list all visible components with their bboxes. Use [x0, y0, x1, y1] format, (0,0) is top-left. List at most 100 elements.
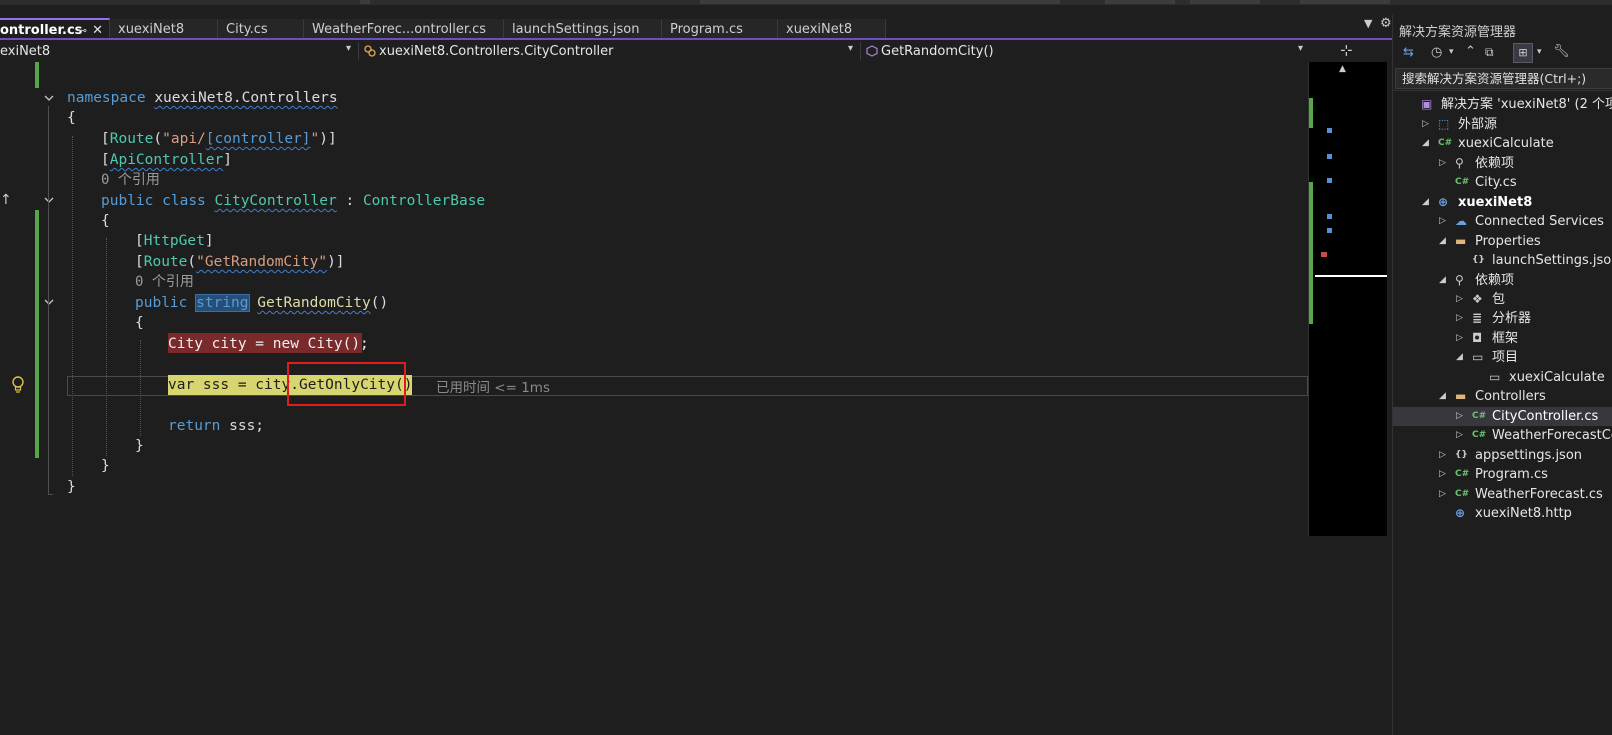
parens: () — [370, 295, 389, 311]
chevron-down-icon[interactable]: ▾ — [1449, 47, 1454, 57]
expand-arrow-icon[interactable]: ▷ — [1439, 446, 1446, 465]
external-icon: ⬚ — [1438, 117, 1450, 131]
minimap-breakpoint-mark — [1321, 252, 1327, 257]
sync-icon[interactable]: ⊞ — [1513, 43, 1533, 63]
collapse-arrow-icon[interactable]: ◢ — [1439, 387, 1446, 406]
tree-item[interactable]: ◢ ⚲ 依赖项 — [1393, 271, 1612, 290]
tree-item[interactable]: ▷ C# WeatherForecast.cs — [1393, 485, 1612, 504]
tree-item-label: appsettings.json — [1475, 448, 1583, 463]
minimap-mark — [1327, 178, 1332, 183]
class-icon — [364, 45, 376, 57]
chevron-down-icon[interactable]: ▾ — [848, 43, 853, 54]
search-input[interactable]: 搜索解决方案资源管理器(Ctrl+;) — [1395, 68, 1612, 89]
tree-item[interactable]: ▷ ≣ 分析器 — [1393, 309, 1612, 328]
fold-region-end — [48, 494, 53, 495]
attribute-name: HttpGet — [143, 233, 205, 249]
project-ref-icon: ▭ — [1489, 370, 1501, 384]
chevron-down-icon[interactable]: ▾ — [346, 43, 351, 54]
tree-item[interactable]: ▷ ❖ 包 — [1393, 290, 1612, 309]
annotation-box — [287, 362, 406, 406]
expand-arrow-icon[interactable]: ▷ — [1456, 329, 1463, 348]
minimap[interactable]: ▲ — [1308, 62, 1387, 536]
lightbulb-icon[interactable] — [10, 375, 26, 395]
switch-views-icon[interactable]: ⇆ — [1403, 45, 1414, 60]
collapse-arrow-icon[interactable]: ◢ — [1456, 348, 1463, 367]
tree-item-label: WeatherForecastController.cs — [1492, 428, 1612, 443]
attribute-name: ApiController — [109, 152, 224, 168]
tree-item[interactable]: ◢ ▭ 项目 — [1393, 348, 1612, 367]
collapse-arrow-icon[interactable]: ◢ — [1422, 134, 1429, 153]
code-editor[interactable]: ↑ namespace xuexiNet8.Controllers { [Rou… — [0, 62, 1308, 735]
chevron-down-icon[interactable]: ▾ — [1537, 47, 1542, 57]
class-dropdown[interactable]: xuexiNet8.Controllers.CityController — [364, 43, 844, 60]
tree-item[interactable]: C# City.cs — [1393, 173, 1612, 192]
expand-arrow-icon[interactable]: ▷ — [1456, 290, 1463, 309]
tree-item[interactable]: ▷ ⬚ 外部源 — [1393, 115, 1612, 134]
member-dropdown-label: GetRandomCity() — [881, 44, 994, 59]
tab-overflow-icon[interactable]: ▼ — [1364, 17, 1372, 30]
code-line-brace: } — [67, 479, 76, 495]
collapse-all-icon[interactable]: ⌃ — [1465, 44, 1476, 59]
tree-item[interactable]: ▷ C# WeatherForecastController.cs — [1393, 426, 1612, 445]
wrench-icon[interactable]: 🔧︎ — [1553, 44, 1570, 59]
tree-item-label: launchSettings.json — [1492, 253, 1612, 268]
namespace-name: xuexiNet8.Controllers — [154, 90, 338, 106]
perftip-elapsed[interactable]: 已用时间 <= 1ms — [436, 376, 550, 396]
codelens-references[interactable]: 0 个引用 — [101, 170, 160, 190]
tree-item[interactable]: ▷ ☁ Connected Services — [1393, 212, 1612, 231]
code-line-apicontroller: [ApiController] — [101, 152, 232, 168]
folder-icon: ▬ — [1455, 389, 1467, 403]
expand-arrow-icon[interactable]: ▷ — [1422, 115, 1429, 134]
change-bar — [35, 210, 39, 458]
tree-item[interactable]: ◢ C# xuexiCalculate — [1393, 134, 1612, 153]
collapse-arrow-icon[interactable]: ◢ — [1422, 193, 1429, 212]
chevron-down-icon[interactable]: ▾ — [1298, 43, 1303, 54]
expand-arrow-icon[interactable]: ▷ — [1439, 465, 1446, 484]
expand-arrow-icon[interactable]: ▷ — [1439, 485, 1446, 504]
tree-item[interactable]: ◢ ⊕ xuexiNet8 — [1393, 193, 1612, 212]
tree-item-label: 包 — [1492, 292, 1506, 307]
code-line-breakpoint: City city = new City(); — [168, 336, 369, 352]
keyword: return — [168, 418, 221, 434]
expand-arrow-icon[interactable]: ▷ — [1439, 212, 1446, 231]
tree-item[interactable]: {} launchSettings.json — [1393, 251, 1612, 270]
tree-item[interactable]: ▣ 解决方案 'xuexiNet8' (2 个项目 — [1393, 95, 1612, 114]
expand-arrow-icon[interactable]: ▷ — [1439, 154, 1446, 173]
chevron-down-icon[interactable] — [44, 93, 54, 103]
tab-label: xuexiNet8 — [786, 22, 853, 37]
copy-icon[interactable]: ⧉ — [1485, 45, 1494, 60]
solution-tree: ▣ 解决方案 'xuexiNet8' (2 个项目 ▷ ⬚ 外部源 ◢ C# xuexiCal… — [1393, 91, 1612, 551]
tree-item[interactable]: ▷ {} appsettings.json — [1393, 446, 1612, 465]
split-editor-icon[interactable]: ⊹ — [1340, 41, 1353, 59]
expand-arrow-icon[interactable]: ▷ — [1456, 407, 1463, 426]
minimap-mark — [1327, 214, 1332, 219]
tree-item[interactable]: ▷ ⚲ 依赖项 — [1393, 154, 1612, 173]
tree-item[interactable]: ▷ C# CityController.cs — [1393, 407, 1612, 426]
expand-arrow-icon[interactable]: ▷ — [1456, 426, 1463, 445]
expand-arrow-icon[interactable]: ▷ — [1456, 309, 1463, 328]
tree-item[interactable]: ◢ ▬ Properties — [1393, 232, 1612, 251]
tree-item[interactable]: ▭ xuexiCalculate — [1393, 368, 1612, 387]
scroll-up-icon[interactable]: ▲ — [1339, 64, 1346, 74]
collapse-arrow-icon[interactable]: ◢ — [1439, 271, 1446, 290]
tree-item[interactable]: ◢ ▬ Controllers — [1393, 387, 1612, 406]
member-dropdown[interactable]: GetRandomCity() — [866, 43, 1286, 60]
code-line-brace: { — [67, 110, 76, 126]
codelens-references[interactable]: 0 个引用 — [135, 272, 194, 292]
collapse-arrow-icon[interactable]: ◢ — [1439, 232, 1446, 251]
code-line-httpget: [HttpGet] — [135, 233, 214, 249]
tree-item[interactable]: ▷ C# Program.cs — [1393, 465, 1612, 484]
method-icon — [866, 45, 878, 57]
gear-icon[interactable]: ⚙ — [1380, 16, 1392, 31]
tree-item[interactable]: ▷ ◘ 框架 — [1393, 329, 1612, 348]
folder-icon: ▬ — [1455, 234, 1467, 248]
keyword: class — [162, 193, 206, 209]
tree-item-label: WeatherForecast.cs — [1475, 487, 1603, 502]
history-icon[interactable]: ◷ — [1431, 45, 1442, 60]
project-dropdown[interactable]: exiNet8 — [0, 43, 340, 60]
tree-item[interactable]: ⊕ xuexiNet8.http — [1393, 504, 1612, 523]
chevron-down-icon[interactable] — [44, 195, 54, 205]
title-bar-mark — [1105, 0, 1175, 4]
keyword: namespace — [67, 90, 146, 106]
chevron-down-icon[interactable] — [44, 297, 54, 307]
